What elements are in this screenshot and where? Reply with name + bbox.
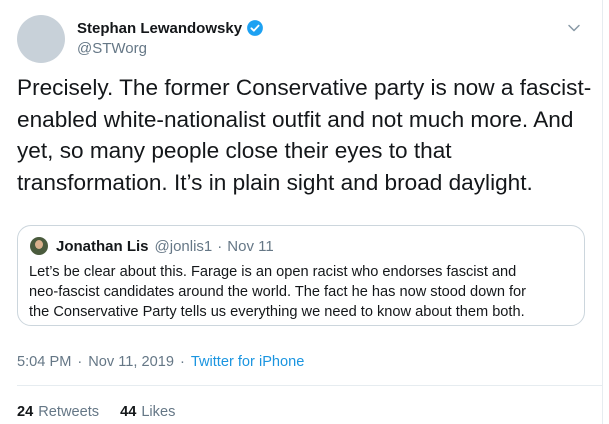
quoted-author-avatar <box>30 237 48 255</box>
tweet-date[interactable]: Nov 11, 2019 <box>88 354 174 370</box>
author-avatar[interactable] <box>17 15 65 63</box>
tweet-text-line: yet, so many people close their eyes to … <box>17 138 452 163</box>
retweets-label: Retweets <box>38 404 100 420</box>
verified-badge-icon <box>246 19 264 37</box>
quoted-tweet[interactable]: Jonathan Lis @jonlis1 · Nov 11 Let’s be … <box>17 225 585 326</box>
author-handle[interactable]: @STWorg <box>77 40 147 57</box>
stats-divider <box>17 385 602 386</box>
author-name-row[interactable]: Stephan Lewandowsky <box>77 19 264 37</box>
tweet-text-line: enabled white-nationalist outfit and not… <box>17 106 574 132</box>
tweet-text-line: transformation. It’s in plain sight and … <box>17 169 533 195</box>
tweet-card: Stephan Lewandowsky @STWorg Precisely. T… <box>0 0 609 424</box>
retweets-stat[interactable]: 24 Retweets <box>17 404 99 420</box>
quoted-author-handle: @jonlis1 <box>154 238 213 255</box>
chevron-down-icon[interactable] <box>566 20 582 36</box>
quoted-text-line: neo-fascist candidates around the world.… <box>29 284 527 300</box>
likes-label: Likes <box>141 404 176 420</box>
tweet-text: Precisely. The former Conservative party… <box>17 72 592 198</box>
quoted-text-line: the Conservative Party tells us everythi… <box>29 304 525 320</box>
quoted-author-name: Jonathan Lis <box>56 238 149 255</box>
likes-stat[interactable]: 44 Likes <box>120 404 175 420</box>
tweet-time[interactable]: 5:04 PM <box>17 354 71 370</box>
meta-separator: · <box>77 354 83 370</box>
quoted-date: Nov 11 <box>227 238 274 255</box>
likes-count: 44 <box>120 404 137 420</box>
tweet-source-link[interactable]: Twitter for iPhone <box>191 354 305 370</box>
meta-separator: · <box>179 354 185 370</box>
author-name[interactable]: Stephan Lewandowsky <box>77 20 242 37</box>
quoted-tweet-text: Let’s be clear about this. Farage is an … <box>29 262 577 322</box>
quoted-tweet-header: Jonathan Lis @jonlis1 · Nov 11 <box>56 238 274 255</box>
tweet-metadata: 5:04 PM · Nov 11, 2019 · Twitter for iPh… <box>17 354 304 370</box>
retweets-count: 24 <box>17 404 34 420</box>
quoted-text-line: Let’s be clear about this. Farage is an … <box>29 264 517 280</box>
column-border <box>602 0 603 424</box>
tweet-stats: 24 Retweets 44 Likes <box>17 404 175 420</box>
quoted-separator: · <box>217 238 223 255</box>
tweet-text-line: Precisely. The former Conservative party… <box>17 75 592 100</box>
